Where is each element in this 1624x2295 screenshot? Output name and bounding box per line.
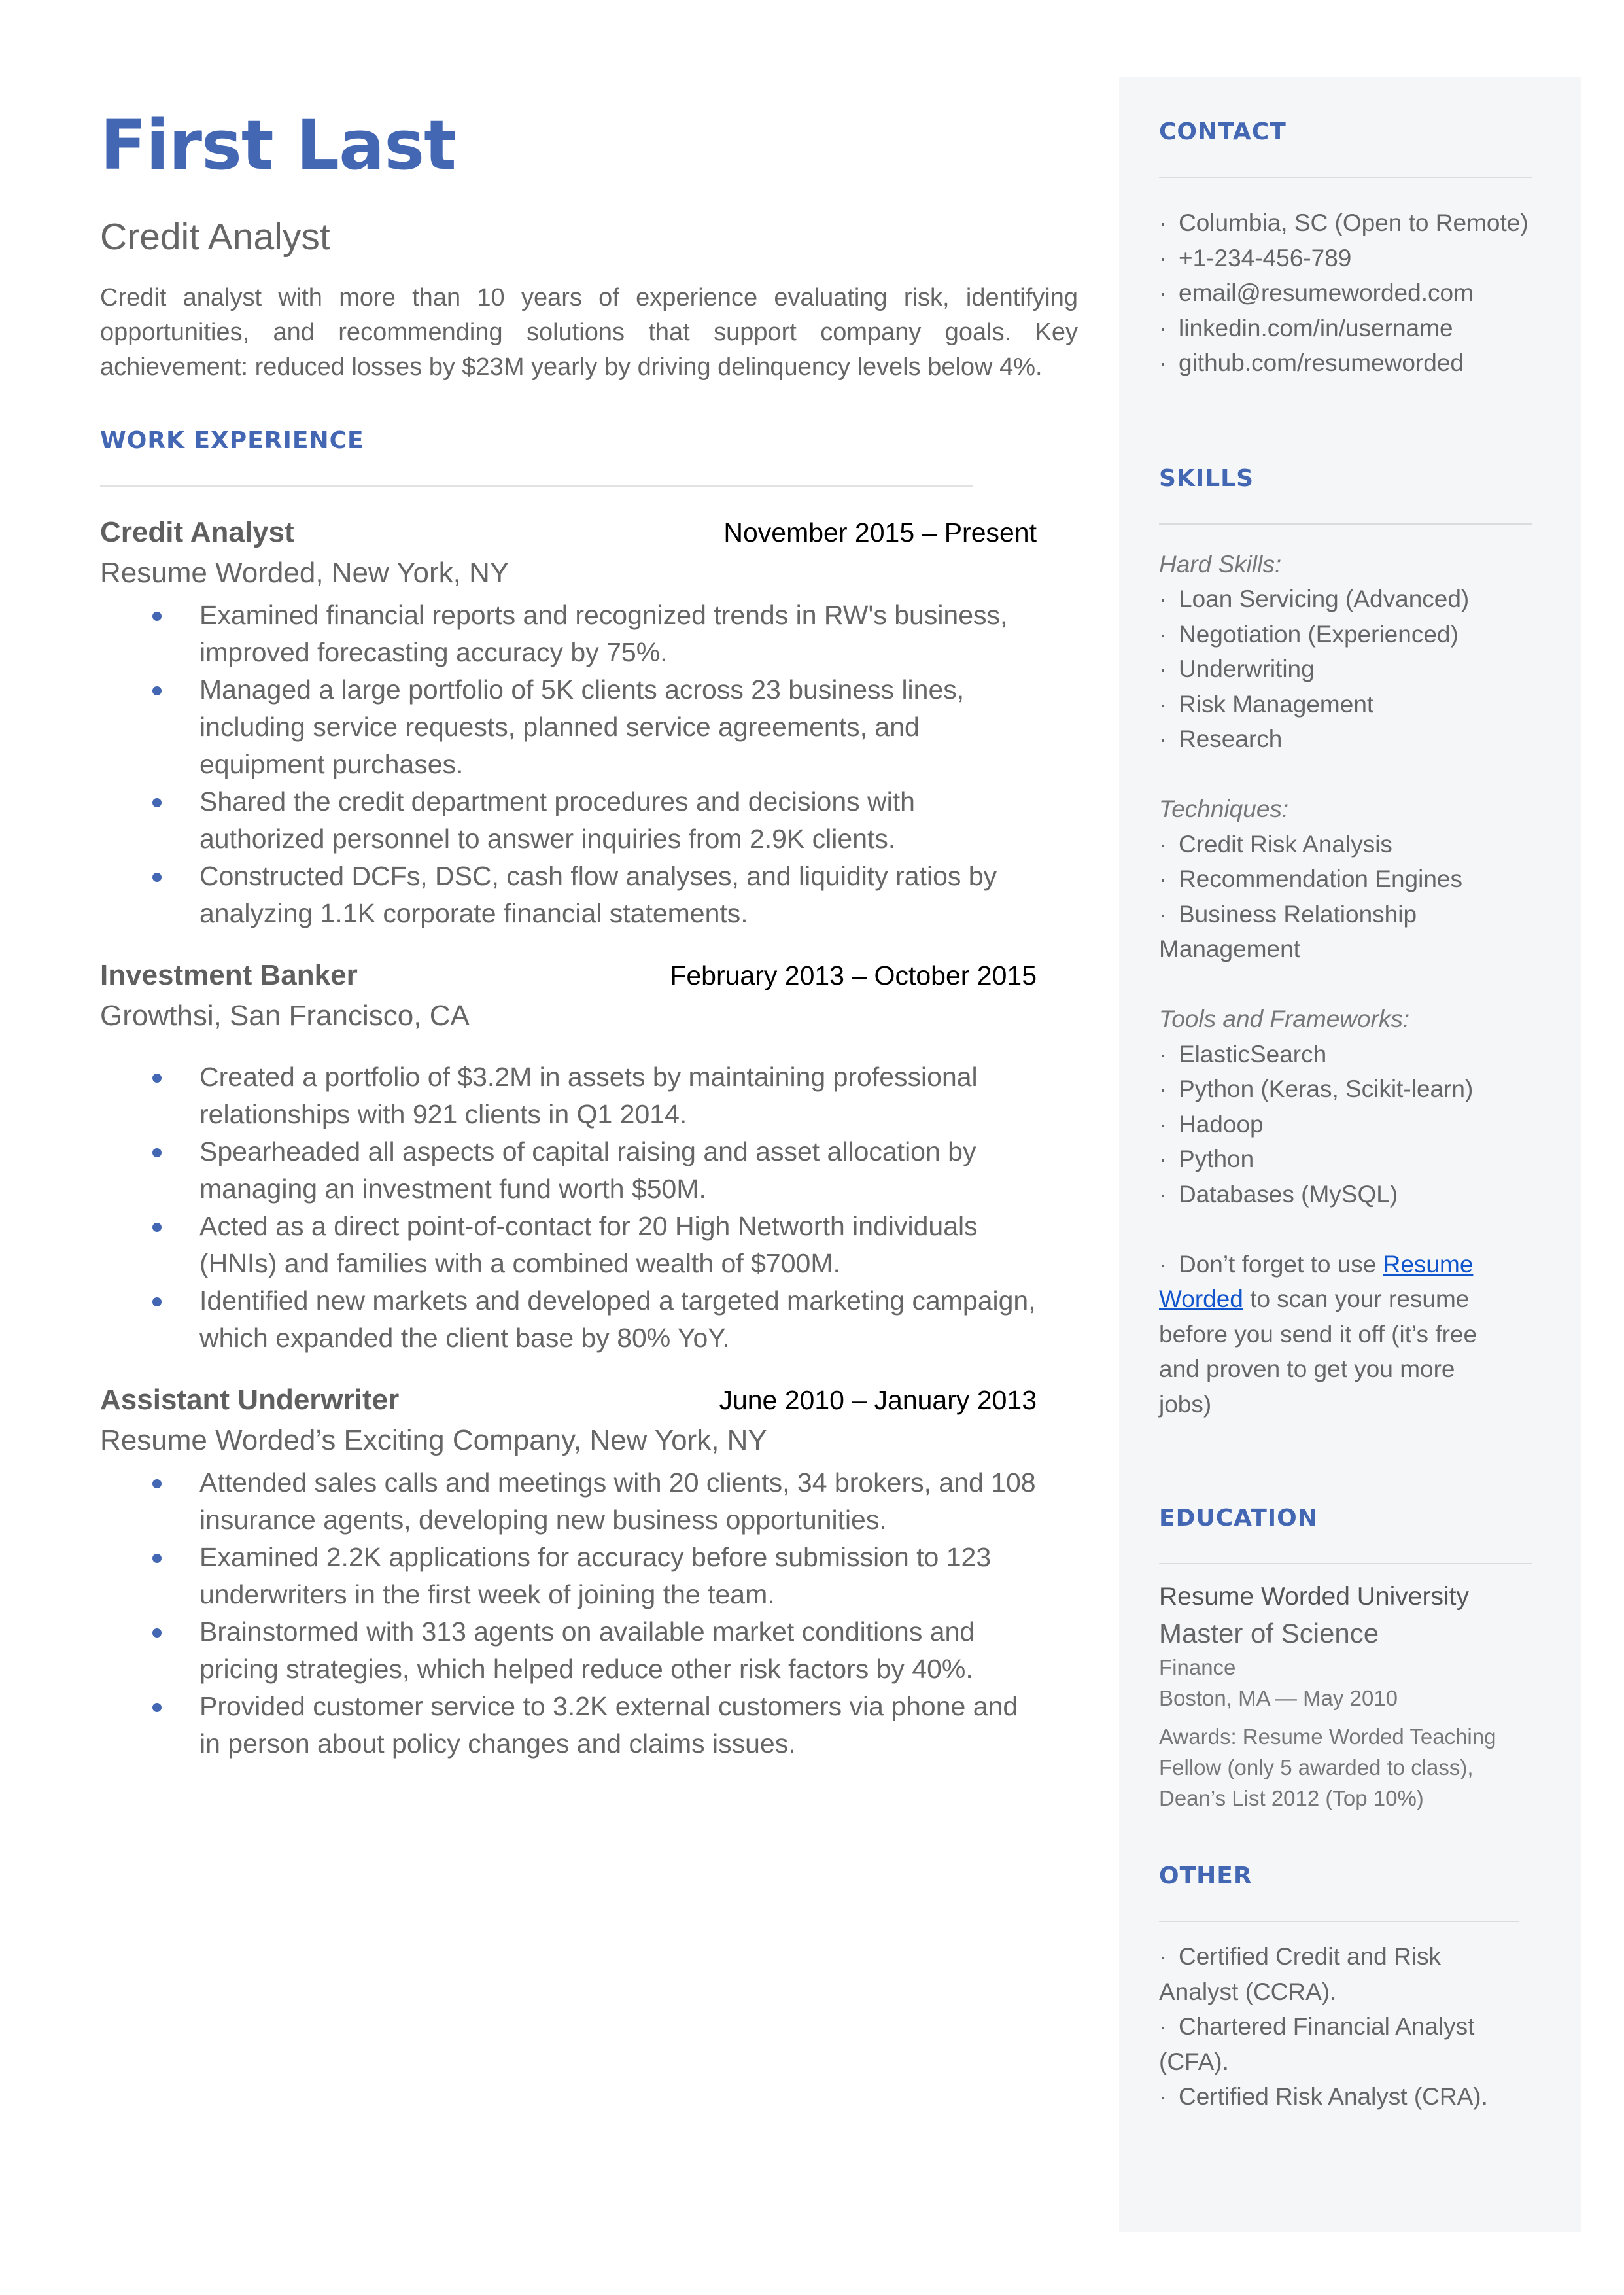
job-company: Growthsi, San Francisco, CA	[100, 1000, 470, 1032]
bullet-icon: ·	[1159, 1076, 1167, 1102]
bullet-icon: ·	[1159, 1146, 1167, 1172]
section-divider	[100, 485, 973, 487]
job-entry: Investment Banker February 2013 – Octobe…	[100, 961, 1037, 1356]
contact-github[interactable]: · github.com/resumeworded	[1159, 345, 1545, 381]
job-bullet: Examined financial reports and recognize…	[152, 597, 1043, 671]
education-field: Finance	[1159, 1655, 1236, 1679]
job-bullet: Shared the credit department procedures …	[152, 783, 1043, 858]
sidebar: CONTACT · Columbia, SC (Open to Remote) ·…	[1119, 77, 1581, 2232]
section-divider	[1159, 523, 1532, 525]
section-divider	[1159, 1921, 1519, 1922]
bullet-icon: ·	[1159, 620, 1167, 648]
job-bullet: Examined 2.2K applications for accuracy …	[152, 1539, 1043, 1613]
bullet-icon: ·	[1159, 1040, 1167, 1068]
bullet-icon: ·	[1159, 314, 1167, 342]
bullet-icon: ·	[1159, 690, 1167, 718]
bullet-icon: ·	[1159, 866, 1167, 892]
job-dates: June 2010 – January 2013	[719, 1384, 1037, 1415]
other-item: · Certified Risk Analyst (CRA).	[1159, 2079, 1545, 2114]
bullet-icon: ·	[1159, 830, 1167, 858]
contact-linkedin[interactable]: · linkedin.com/in/username	[1159, 311, 1545, 346]
skill-item: · Risk Management	[1159, 687, 1545, 722]
contact-email[interactable]: · email@resumeworded.com	[1159, 275, 1545, 311]
skills-group-label: Hard Skills:	[1159, 550, 1282, 578]
job-bullet: Provided customer service to 3.2K extern…	[152, 1688, 1043, 1762]
other-section: OTHER · Certified Credit and Risk Analyst…	[1159, 1865, 1545, 2114]
skill-item: · Python (Keras, Scikit-learn)	[1159, 1072, 1545, 1107]
job-title: Credit Analyst	[100, 516, 294, 548]
education-section: EDUCATION Resume Worded University Maste…	[1159, 1507, 1545, 1813]
contact-section: CONTACT · Columbia, SC (Open to Remote) ·…	[1159, 120, 1545, 381]
resume-worded-note: · Don’t forget to use Resume Worded to sc…	[1159, 1247, 1512, 1422]
job-company: Resume Worded’s Exciting Company, New Yo…	[100, 1424, 767, 1456]
job-dates: February 2013 – October 2015	[670, 960, 1037, 991]
job-bullet: Spearheaded all aspects of capital raisi…	[152, 1133, 1043, 1208]
bullet-icon: ·	[1159, 349, 1167, 376]
skill-item: · Negotiation (Experienced)	[1159, 617, 1545, 652]
job-entry: Assistant Underwriter June 2010 – Januar…	[100, 1383, 1037, 1762]
bullet-icon: ·	[1159, 586, 1167, 612]
skills-title: SKILLS	[1159, 464, 1254, 492]
bullet-icon: ·	[1159, 244, 1167, 272]
bullet-icon: ·	[1159, 209, 1167, 236]
other-item: · Certified Credit and Risk Analyst (CCRA…	[1159, 1939, 1525, 2009]
job-title: Assistant Underwriter	[100, 1383, 400, 1416]
jobs-list: Credit Analyst November 2015 – Present R…	[100, 518, 1037, 1762]
skill-item: · Databases (MySQL)	[1159, 1177, 1545, 1212]
other-title: OTHER	[1159, 1863, 1253, 1889]
skills-group-label: Techniques:	[1159, 796, 1289, 822]
skill-item: · Python	[1159, 1142, 1545, 1177]
summary: Credit analyst with more than 10 years o…	[100, 284, 1078, 381]
job-title: Investment Banker	[100, 959, 358, 992]
job-bullet: Identified new markets and developed a t…	[152, 1282, 1043, 1357]
job-dates: November 2015 – Present	[723, 517, 1037, 548]
education-awards: Awards: Resume Worded Teaching Fellow (o…	[1159, 1725, 1496, 1810]
skills-group-label: Tools and Frameworks:	[1159, 1006, 1410, 1032]
candidate-name: First Last	[100, 105, 457, 185]
skill-item: · Recommendation Engines	[1159, 862, 1545, 897]
skills-section: SKILLS Hard Skills: · Loan Servicing (Adv…	[1159, 464, 1545, 1422]
skill-item: · Research	[1159, 722, 1545, 757]
skill-item: · Hadoop	[1159, 1107, 1545, 1142]
education-school: Resume Worded University	[1159, 1583, 1469, 1611]
skill-item: · Business Relationship Management	[1159, 897, 1440, 967]
education-title: EDUCATION	[1159, 1505, 1318, 1532]
bullet-icon: ·	[1159, 1180, 1167, 1208]
education-degree: Master of Science	[1159, 1618, 1379, 1649]
skill-item: · ElasticSearch	[1159, 1037, 1545, 1072]
contact-phone[interactable]: · +1-234-456-789	[1159, 241, 1545, 276]
job-bullet: Managed a large portfolio of 5K clients …	[152, 671, 1043, 783]
section-divider	[1159, 1563, 1532, 1564]
main-column: First Last Credit Analyst Credit analyst…	[100, 105, 1078, 1762]
bullet-icon: ·	[1159, 1250, 1167, 1278]
bullet-icon: ·	[1159, 2083, 1167, 2110]
job-bullet: Constructed DCFs, DSC, cash flow analyse…	[152, 858, 1043, 932]
work-experience-title: WORK EXPERIENCE	[100, 427, 364, 454]
job-company: Resume Worded, New York, NY	[100, 557, 510, 589]
bullet-icon: ·	[1159, 1110, 1167, 1138]
bullet-icon: ·	[1159, 656, 1167, 682]
bullet-icon: ·	[1159, 279, 1167, 306]
job-bullet: Attended sales calls and meetings with 2…	[152, 1464, 1043, 1539]
bullet-icon: ·	[1159, 726, 1167, 752]
other-item: · Chartered Financial Analyst (CFA).	[1159, 2009, 1499, 2079]
bullet-icon: ·	[1159, 900, 1167, 928]
education-location-date: Boston, MA — May 2010	[1159, 1686, 1398, 1710]
contact-title: CONTACT	[1159, 118, 1287, 145]
job-bullet: Created a portfolio of $3.2M in assets b…	[152, 1059, 1043, 1133]
skill-item: · Underwriting	[1159, 652, 1545, 687]
job-bullet: Brainstormed with 313 agents on availabl…	[152, 1613, 1043, 1688]
contact-location: · Columbia, SC (Open to Remote)	[1159, 205, 1545, 241]
bullet-icon: ·	[1159, 2013, 1167, 2040]
candidate-role: Credit Analyst	[100, 216, 330, 258]
skill-item: · Loan Servicing (Advanced)	[1159, 582, 1545, 617]
skill-item: · Credit Risk Analysis	[1159, 827, 1545, 862]
job-entry: Credit Analyst November 2015 – Present R…	[100, 518, 1037, 932]
bullet-icon: ·	[1159, 1943, 1167, 1970]
job-bullet: Acted as a direct point-of-contact for 2…	[152, 1208, 1043, 1282]
section-divider	[1159, 177, 1532, 178]
